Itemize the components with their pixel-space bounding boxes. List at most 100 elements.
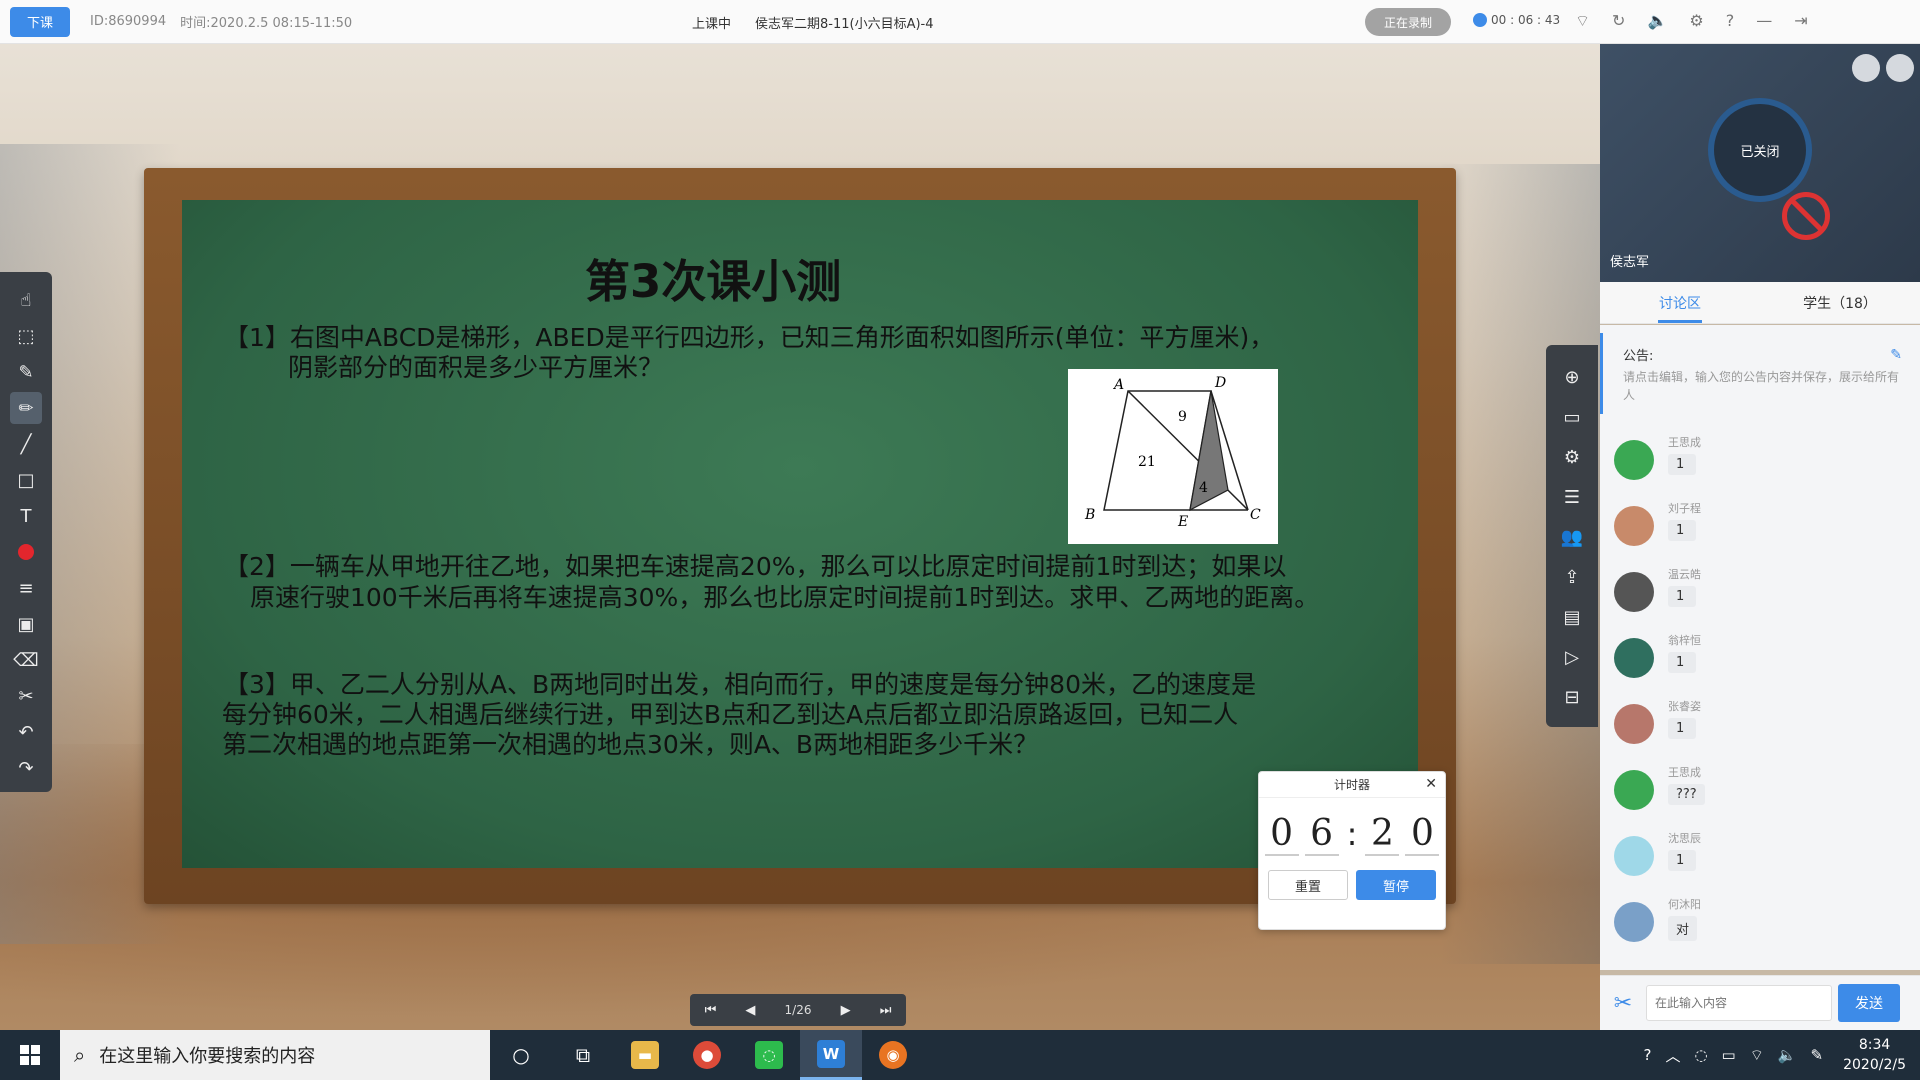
taskbar-search[interactable]: ⌕ 在这里输入你要搜索的内容 bbox=[60, 1030, 490, 1080]
system-clock[interactable]: 8:34 2020/2/5 bbox=[1843, 1035, 1906, 1075]
volume-icon[interactable]: 🔈 bbox=[1647, 11, 1667, 31]
recorder-app-icon[interactable]: ◉ bbox=[862, 1030, 924, 1080]
slide-pager: ⏮ ◀ 1/26 ▶ ⏭ bbox=[690, 994, 906, 1026]
start-button[interactable] bbox=[0, 1030, 60, 1080]
class-status: 上课中 bbox=[692, 17, 732, 32]
cortana-icon[interactable]: ○ bbox=[490, 1030, 552, 1080]
avatar[interactable] bbox=[1614, 638, 1654, 678]
screenshot-icon[interactable]: ✂ bbox=[1600, 991, 1646, 1016]
pen-tool-icon[interactable]: ✏ bbox=[10, 392, 42, 424]
chat-input[interactable] bbox=[1646, 985, 1832, 1021]
rectangle-tool-icon[interactable]: □ bbox=[10, 464, 42, 496]
microphone-toggle-icon[interactable] bbox=[1886, 54, 1914, 82]
battery-icon[interactable]: ▭ bbox=[1722, 1046, 1736, 1064]
first-page-icon[interactable]: ⏮ bbox=[705, 1003, 717, 1018]
avatar[interactable] bbox=[1614, 902, 1654, 942]
wifi-icon[interactable]: ⌔ bbox=[1575, 11, 1590, 31]
avatar[interactable] bbox=[1614, 770, 1654, 810]
eraser-icon[interactable]: ⌫ bbox=[10, 644, 42, 676]
brush-tool-icon[interactable]: ✎ bbox=[10, 356, 42, 388]
slide-title: 第3次课小测 bbox=[585, 255, 842, 308]
end-class-button[interactable]: 下课 bbox=[10, 6, 70, 37]
message-text: 1 bbox=[1668, 850, 1696, 871]
hand-tool-icon[interactable]: ☝ bbox=[10, 284, 42, 316]
wechat-tray-icon[interactable]: ◌ bbox=[1694, 1046, 1707, 1064]
send-button[interactable]: 发送 bbox=[1838, 984, 1900, 1022]
avatar[interactable] bbox=[1614, 836, 1654, 876]
message-sender: 王思成 bbox=[1668, 766, 1701, 779]
avatar[interactable] bbox=[1614, 572, 1654, 612]
toolbox-icon[interactable]: ⊟ bbox=[1558, 683, 1586, 711]
next-page-icon[interactable]: ▶ bbox=[841, 1003, 851, 1018]
text-tool-icon[interactable]: T bbox=[10, 500, 42, 532]
task-view-icon[interactable]: ⧉ bbox=[552, 1030, 614, 1080]
message-text: 1 bbox=[1668, 718, 1696, 739]
close-icon[interactable]: ✕ bbox=[1425, 776, 1437, 792]
pen-tray-icon[interactable]: ✎ bbox=[1811, 1046, 1824, 1064]
prev-page-icon[interactable]: ◀ bbox=[745, 1003, 755, 1018]
save-icon[interactable]: ▤ bbox=[1558, 603, 1586, 631]
last-page-icon[interactable]: ⏭ bbox=[880, 1003, 892, 1018]
clock-date: 2020/2/5 bbox=[1843, 1057, 1906, 1073]
edit-icon[interactable]: ✎ bbox=[1890, 347, 1902, 363]
chrome-icon[interactable]: ● bbox=[676, 1030, 738, 1080]
speaker-icon[interactable]: 🔈 bbox=[1778, 1046, 1797, 1064]
elapsed-time: 00 : 06 : 43 bbox=[1491, 13, 1561, 27]
folder-settings-icon[interactable]: ⚙ bbox=[1558, 443, 1586, 471]
top-bar: 下课 ID:8690994 时间:2020.2.5 08:15-11:50 上课… bbox=[0, 0, 1920, 44]
timer-colon: : bbox=[1346, 815, 1358, 853]
line-tool-icon[interactable]: ╱ bbox=[10, 428, 42, 460]
timer-pause-button[interactable]: 暂停 bbox=[1356, 870, 1436, 900]
exit-icon[interactable]: ⇥ bbox=[1794, 11, 1807, 31]
system-tray: ? ︿ ◌ ▭ ⌔ 🔈 ✎ 8:34 2020/2/5 bbox=[1643, 1030, 1920, 1080]
classroom-app-icon[interactable]: W bbox=[800, 1030, 862, 1080]
select-tool-icon[interactable]: ⬚ bbox=[10, 320, 42, 352]
list-icon[interactable]: ☰ bbox=[1558, 483, 1586, 511]
class-title: 侯志军二期8-11(小六目标A)-4 bbox=[755, 17, 934, 32]
color-picker-icon[interactable] bbox=[10, 536, 42, 568]
message-sender: 何沐阳 bbox=[1668, 898, 1701, 911]
recording-badge[interactable]: 正在录制 bbox=[1365, 8, 1451, 36]
add-file-icon[interactable]: ⊕ bbox=[1558, 363, 1586, 391]
label-c: C bbox=[1250, 507, 1261, 523]
timer-digits: 0 6 : 2 0 bbox=[1259, 812, 1445, 856]
wechat-icon[interactable]: ◌ bbox=[738, 1030, 800, 1080]
avatar[interactable] bbox=[1614, 506, 1654, 546]
play-icon[interactable]: ▷ bbox=[1558, 643, 1586, 671]
avatar[interactable] bbox=[1614, 704, 1654, 744]
camera-toggle-icon[interactable] bbox=[1852, 54, 1880, 82]
question-1-line-2: 阴影部分的面积是多少平方厘米？ bbox=[288, 353, 664, 382]
tab-students[interactable]: 学生（18） bbox=[1760, 282, 1920, 323]
clear-tool-icon[interactable]: ✂ bbox=[10, 680, 42, 712]
file-explorer-icon[interactable]: ▬ bbox=[614, 1030, 676, 1080]
folder-icon[interactable]: ▭ bbox=[1558, 403, 1586, 431]
message-text: 1 bbox=[1668, 652, 1696, 673]
clock-icon bbox=[1473, 13, 1487, 27]
teacher-video: 已关闭 侯志军 bbox=[1600, 44, 1920, 282]
question-1-line-1: 【1】右图中ABCD是梯形，ABED是平行四边形，已知三角形面积如图所示(单位：… bbox=[224, 323, 1275, 352]
message-text: ??? bbox=[1668, 784, 1705, 805]
refresh-icon[interactable]: ↻ bbox=[1612, 11, 1625, 31]
line-width-icon[interactable]: ≡ bbox=[10, 572, 42, 604]
tab-discussion[interactable]: 讨论区 bbox=[1600, 282, 1760, 323]
panel-tabs: 讨论区 学生（18） bbox=[1600, 282, 1920, 324]
minimize-icon[interactable]: — bbox=[1756, 11, 1772, 31]
image-tool-icon[interactable]: ▣ bbox=[10, 608, 42, 640]
help-icon[interactable]: ? bbox=[1726, 11, 1735, 31]
timer-reset-button[interactable]: 重置 bbox=[1268, 870, 1348, 900]
help-tray-icon[interactable]: ? bbox=[1643, 1046, 1651, 1064]
message-sender: 温云皓 bbox=[1668, 568, 1701, 581]
settings-icon[interactable]: ⚙ bbox=[1689, 11, 1703, 31]
geometry-figure: A D B E C 9 21 4 bbox=[1068, 369, 1278, 544]
chevron-up-icon[interactable]: ︿ bbox=[1665, 1045, 1680, 1066]
screen-share-icon[interactable]: ⇪ bbox=[1558, 563, 1586, 591]
network-icon[interactable]: ⌔ bbox=[1750, 1046, 1764, 1065]
users-icon[interactable]: 👥 bbox=[1558, 523, 1586, 551]
message-sender: 刘子程 bbox=[1668, 502, 1701, 515]
question-2-line-1: 【2】一辆车从甲地开往乙地，如果把车速提高20%，那么可以比原定时间提前1时到达… bbox=[224, 552, 1287, 581]
no-entry-icon bbox=[1782, 192, 1830, 240]
redo-icon[interactable]: ↷ bbox=[10, 752, 42, 784]
page-indicator: 1/26 bbox=[784, 1003, 812, 1017]
undo-icon[interactable]: ↶ bbox=[10, 716, 42, 748]
avatar[interactable] bbox=[1614, 440, 1654, 480]
